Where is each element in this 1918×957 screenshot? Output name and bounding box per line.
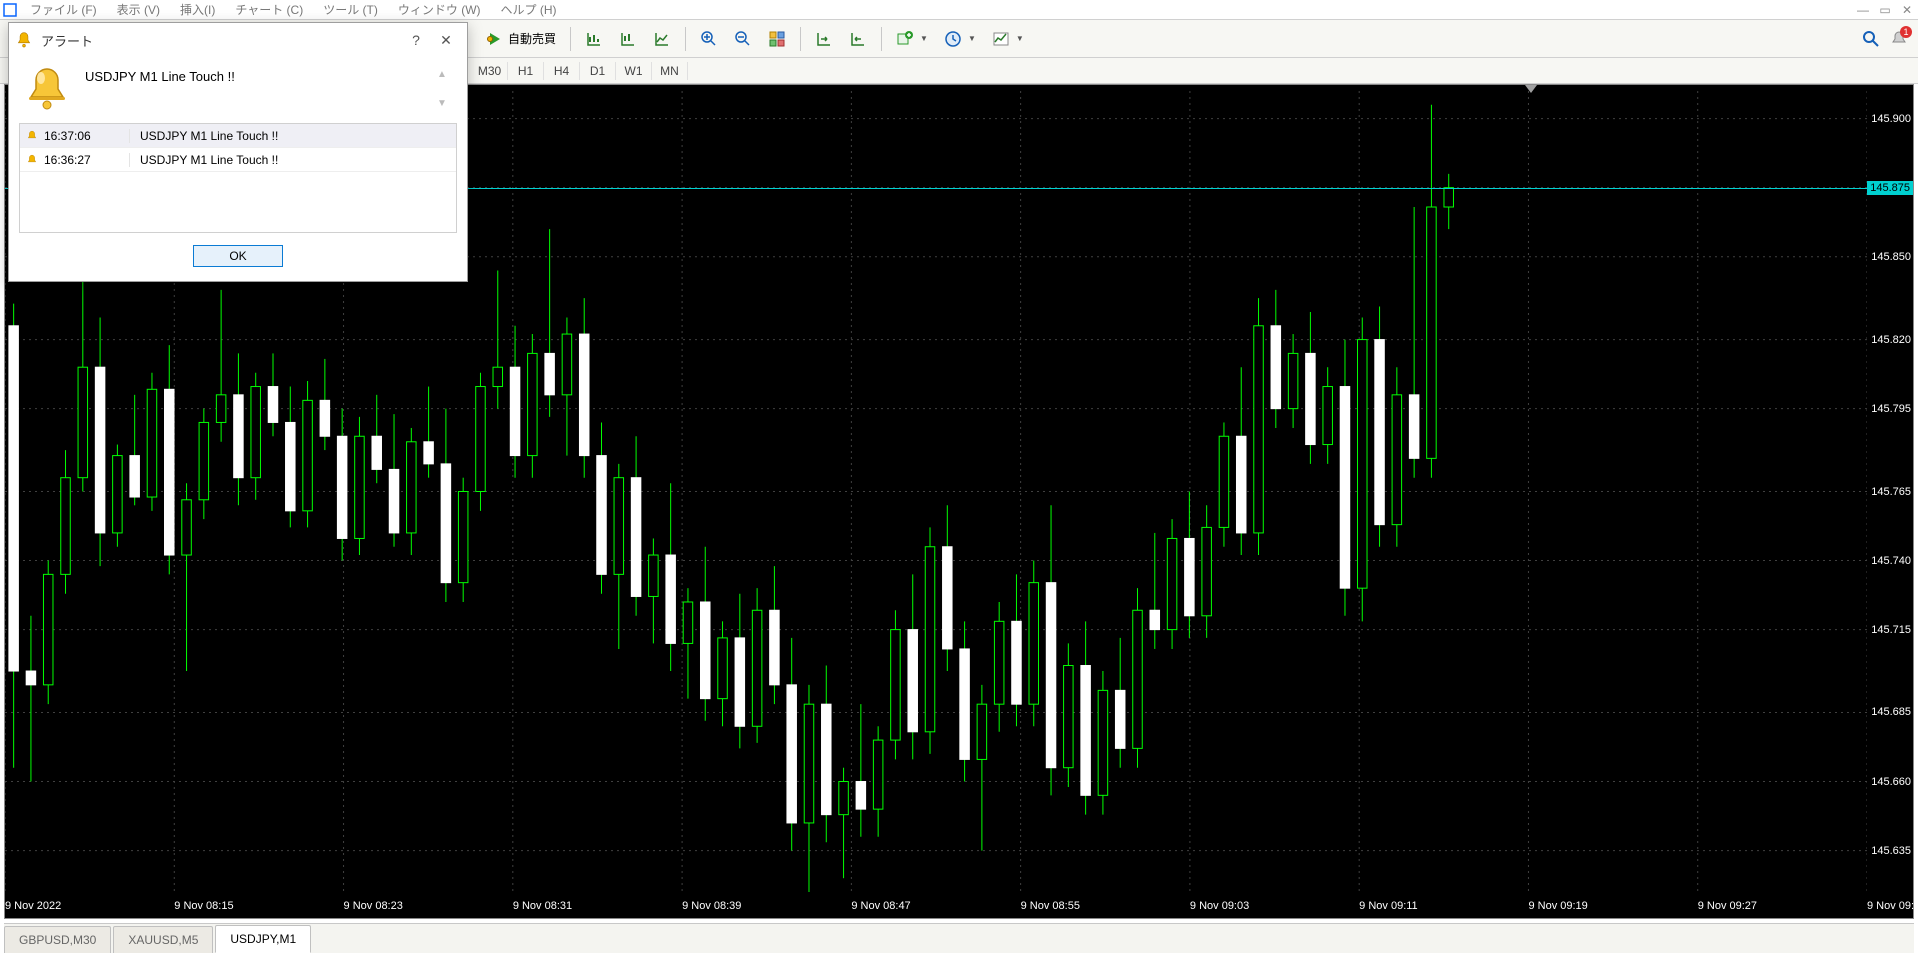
line-chart-button[interactable] — [647, 25, 677, 53]
maximize-button[interactable]: ▭ — [1874, 3, 1896, 17]
tab-gbpusd[interactable]: GBPUSD,M30 — [4, 926, 111, 953]
autotrade-icon — [486, 30, 504, 48]
menu-file[interactable]: ファイル (F) — [20, 1, 107, 18]
alert-row-text: USDJPY M1 Line Touch !! — [130, 129, 278, 143]
tile-windows-button[interactable] — [762, 25, 792, 53]
menu-insert[interactable]: 挿入(I) — [170, 1, 225, 18]
menu-window[interactable]: ウィンドウ (W) — [388, 1, 491, 18]
tile-icon — [768, 30, 786, 48]
zoom-out-button[interactable] — [728, 25, 758, 53]
tf-h4[interactable]: H4 — [544, 62, 580, 80]
alert-row-time: 16:36:27 — [44, 153, 91, 167]
menu-tools[interactable]: ツール (T) — [313, 1, 388, 18]
notification-icon[interactable]: 1 — [1890, 30, 1908, 48]
template-icon — [992, 30, 1010, 48]
alert-title-text: アラート — [41, 31, 93, 50]
alert-dialog: アラート ? ✕ USDJPY M1 Line Touch !! ▲▼ 16:3… — [8, 22, 468, 282]
time-axis: 9 Nov 20229 Nov 08:159 Nov 08:239 Nov 08… — [5, 892, 1867, 918]
indicators-button[interactable]: ▼ — [890, 25, 934, 53]
alert-list: 16:37:06 USDJPY M1 Line Touch !! 16:36:2… — [19, 123, 457, 233]
menu-help[interactable]: ヘルプ (H) — [491, 1, 567, 18]
alert-message: USDJPY M1 Line Touch !! — [85, 65, 423, 113]
menu-chart[interactable]: チャート (C) — [225, 1, 313, 18]
bell-icon — [15, 31, 33, 49]
menu-bar: ファイル (F) 表示 (V) 挿入(I) チャート (C) ツール (T) ウ… — [0, 0, 1918, 20]
close-button[interactable]: ✕ — [1896, 3, 1918, 17]
alert-help-button[interactable]: ? — [401, 27, 431, 53]
indicator-icon — [896, 30, 914, 48]
alert-row-time: 16:37:06 — [44, 129, 91, 143]
bar-chart-icon — [585, 30, 603, 48]
chart-shift-marker[interactable] — [1525, 85, 1537, 93]
chartshift-button[interactable] — [843, 25, 873, 53]
alert-scroll[interactable]: ▲▼ — [437, 65, 453, 113]
menu-view[interactable]: 表示 (V) — [107, 1, 170, 18]
price-axis: 145.900145.875145.850145.820145.795145.7… — [1867, 91, 1913, 892]
chart-tabs: GBPUSD,M30 XAUUSD,M5 USDJPY,M1 — [4, 923, 1914, 953]
alert-close-button[interactable]: ✕ — [431, 27, 461, 53]
search-icon[interactable] — [1862, 30, 1880, 48]
tf-w1[interactable]: W1 — [616, 62, 652, 80]
tf-mn[interactable]: MN — [652, 62, 688, 80]
tf-d1[interactable]: D1 — [580, 62, 616, 80]
auto-trade-button[interactable]: 自動売買 — [480, 25, 562, 53]
chartshift-icon — [849, 30, 867, 48]
minimize-button[interactable]: ― — [1852, 3, 1874, 17]
templates-button[interactable]: ▼ — [986, 25, 1030, 53]
line-chart-icon — [653, 30, 671, 48]
bell-small-icon — [26, 154, 38, 166]
new-chart-button[interactable] — [579, 25, 609, 53]
periods-button[interactable]: ▼ — [938, 25, 982, 53]
candle-chart-button[interactable] — [613, 25, 643, 53]
auto-trade-label: 自動売買 — [508, 30, 556, 47]
current-price-tag: 145.875 — [1867, 181, 1913, 195]
clock-icon — [944, 30, 962, 48]
autoscroll-button[interactable] — [809, 25, 839, 53]
bell-large-icon — [23, 65, 71, 113]
bell-small-icon — [26, 130, 38, 142]
zoom-out-icon — [734, 30, 752, 48]
zoom-in-button[interactable] — [694, 25, 724, 53]
alert-row[interactable]: 16:37:06 USDJPY M1 Line Touch !! — [20, 124, 456, 148]
tf-h1[interactable]: H1 — [508, 62, 544, 80]
autoscroll-icon — [815, 30, 833, 48]
tab-usdjpy[interactable]: USDJPY,M1 — [215, 925, 311, 953]
alert-titlebar[interactable]: アラート ? ✕ — [9, 23, 467, 57]
zoom-in-icon — [700, 30, 718, 48]
alert-ok-button[interactable]: OK — [193, 245, 283, 267]
tf-m30[interactable]: M30 — [472, 62, 508, 80]
tab-xauusd[interactable]: XAUUSD,M5 — [113, 926, 213, 953]
app-icon — [0, 0, 20, 20]
candle-icon — [619, 30, 637, 48]
notification-count: 1 — [1900, 26, 1912, 38]
alert-row-text: USDJPY M1 Line Touch !! — [130, 153, 278, 167]
alert-row[interactable]: 16:36:27 USDJPY M1 Line Touch !! — [20, 148, 456, 172]
